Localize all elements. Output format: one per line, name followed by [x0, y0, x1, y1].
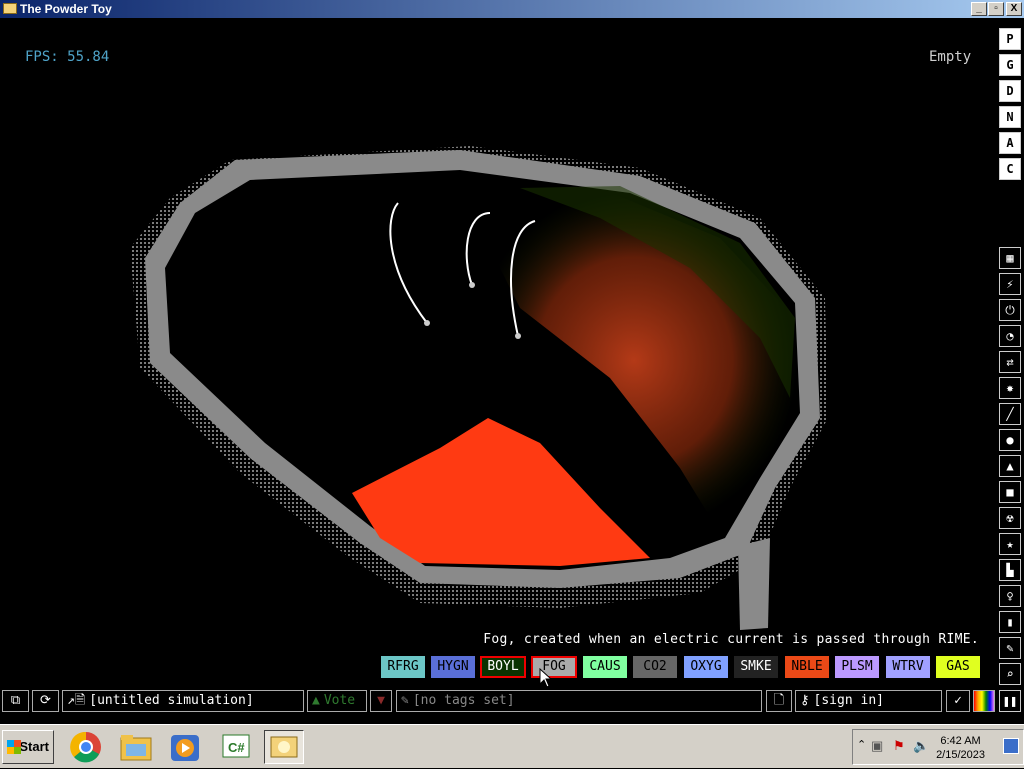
- element-plsm[interactable]: PLSM: [835, 656, 879, 678]
- hover-element-label: Empty: [929, 49, 972, 65]
- save-icon: ↗🗎: [67, 693, 86, 708]
- gases-icon[interactable]: ╱: [999, 403, 1021, 425]
- sign-in-button[interactable]: ⚷ [sign in]: [795, 690, 942, 712]
- minimize-button[interactable]: _: [971, 2, 987, 16]
- settings-button[interactable]: ✓: [946, 690, 970, 712]
- render-mode-c[interactable]: C: [999, 158, 1021, 180]
- element-smke[interactable]: SMKE: [734, 656, 778, 678]
- simulation-canvas[interactable]: [0, 18, 995, 708]
- radioactive-icon[interactable]: ☢: [999, 507, 1021, 529]
- svg-text:C#: C#: [228, 740, 245, 755]
- key-icon: ⚷: [800, 693, 810, 708]
- render-mode-p[interactable]: P: [999, 28, 1021, 50]
- explorer-icon[interactable]: [116, 730, 156, 764]
- windows-logo-icon: [7, 740, 21, 754]
- sensors-icon[interactable]: ◔: [999, 325, 1021, 347]
- pause-icon[interactable]: ❚❚: [999, 690, 1021, 712]
- element-fog[interactable]: FOG: [531, 656, 577, 678]
- clock-time: 6:42 AM: [940, 735, 981, 747]
- tools-icon[interactable]: ♀: [999, 585, 1021, 607]
- app-icon: [3, 3, 17, 14]
- save-simulation-button[interactable]: ↗🗎 [untitled simulation]: [62, 690, 304, 712]
- render-mode-g[interactable]: G: [999, 54, 1021, 76]
- render-mode-a[interactable]: A: [999, 132, 1021, 154]
- favorites-icon[interactable]: ▮: [999, 611, 1021, 633]
- element-nble[interactable]: NBLE: [785, 656, 829, 678]
- element-caus[interactable]: CAUS: [583, 656, 627, 678]
- reload-button[interactable]: ⟳: [32, 690, 59, 712]
- clock-date: 2/15/2023: [936, 749, 985, 761]
- solids-icon[interactable]: ■: [999, 481, 1021, 503]
- tag-icon: ✎: [401, 693, 409, 708]
- decoration-icon[interactable]: ✎: [999, 637, 1021, 659]
- csharp-app-icon[interactable]: C#: [216, 730, 256, 764]
- fps-counter: FPS: 55.84: [25, 49, 110, 65]
- explosives-icon[interactable]: ✸: [999, 377, 1021, 399]
- element-boyl[interactable]: BOYL: [480, 656, 526, 678]
- action-center-icon[interactable]: ⚑: [893, 738, 905, 754]
- powered-icon[interactable]: ⏻: [999, 299, 1021, 321]
- electronics-icon[interactable]: ⚡: [999, 273, 1021, 295]
- element-wtrv[interactable]: WTRV: [886, 656, 930, 678]
- tags-button[interactable]: ✎ [no tags set]: [396, 690, 762, 712]
- window-title: The Powder Toy: [20, 2, 112, 16]
- chrome-icon[interactable]: [66, 730, 106, 764]
- tags-label: [no tags set]: [412, 693, 515, 708]
- open-simulation-button[interactable]: ⧉: [2, 690, 29, 712]
- walls-icon[interactable]: ▦: [999, 247, 1021, 269]
- liquids-icon[interactable]: ●: [999, 429, 1021, 451]
- start-label: Start: [19, 739, 49, 754]
- vote-down-button[interactable]: ▼: [370, 690, 392, 712]
- render-mode-n[interactable]: N: [999, 106, 1021, 128]
- maximize-button[interactable]: ▫: [988, 2, 1004, 16]
- vote-label: Vote: [323, 693, 356, 708]
- render-mode-d[interactable]: D: [999, 80, 1021, 102]
- element-hygn[interactable]: HYGN: [431, 656, 475, 678]
- mouse-cursor-icon: [539, 668, 553, 688]
- life-icon[interactable]: ▙: [999, 559, 1021, 581]
- show-desktop-icon[interactable]: [1003, 738, 1019, 754]
- force-icon[interactable]: ⇄: [999, 351, 1021, 373]
- sign-in-label: [sign in]: [813, 693, 884, 708]
- start-button[interactable]: Start: [2, 730, 54, 764]
- search-icon[interactable]: ⌕: [999, 663, 1021, 685]
- element-description: Fog, created when an electric current is…: [483, 632, 979, 647]
- simulation-name: [untitled simulation]: [89, 693, 254, 708]
- volume-icon[interactable]: 🔈: [913, 738, 929, 754]
- element-co2[interactable]: CO2: [633, 656, 677, 678]
- arc-3-end: [515, 333, 521, 339]
- taskbar: Start C# ⌃ ▣ ⚑ 🔈 6:42 AM 2/15/2023: [0, 724, 1024, 768]
- thumbs-up-icon: ▲: [312, 693, 320, 708]
- system-tray: ⌃ ▣ ⚑ 🔈 6:42 AM 2/15/2023: [852, 729, 1024, 765]
- show-hidden-icons-icon[interactable]: ⌃: [857, 738, 866, 751]
- media-player-icon[interactable]: [166, 730, 206, 764]
- network-icon[interactable]: ▣: [871, 738, 883, 754]
- element-oxyg[interactable]: OXYG: [684, 656, 728, 678]
- arc-1-end: [424, 320, 430, 326]
- wall-gap: [738, 538, 770, 630]
- powder-toy-icon[interactable]: [264, 730, 304, 764]
- window-titlebar: The Powder Toy _ ▫ X: [0, 0, 1024, 18]
- element-gas[interactable]: GAS: [936, 656, 980, 678]
- powders-icon[interactable]: ▲: [999, 455, 1021, 477]
- renderer-options-button[interactable]: [973, 690, 995, 712]
- clock[interactable]: 6:42 AM 2/15/2023: [936, 734, 985, 762]
- element-rfrg[interactable]: RFRG: [381, 656, 425, 678]
- close-button[interactable]: X: [1006, 2, 1022, 16]
- new-simulation-button[interactable]: 🗋: [766, 690, 792, 712]
- special-icon[interactable]: ★: [999, 533, 1021, 555]
- vote-up-button[interactable]: ▲ Vote: [307, 690, 367, 712]
- simulation-area[interactable]: FPS: 55.84 Empty P G D N A C ▦ ⚡ ⏻ ◔ ⇄ ✸…: [0, 18, 1024, 715]
- arc-2-end: [469, 282, 475, 288]
